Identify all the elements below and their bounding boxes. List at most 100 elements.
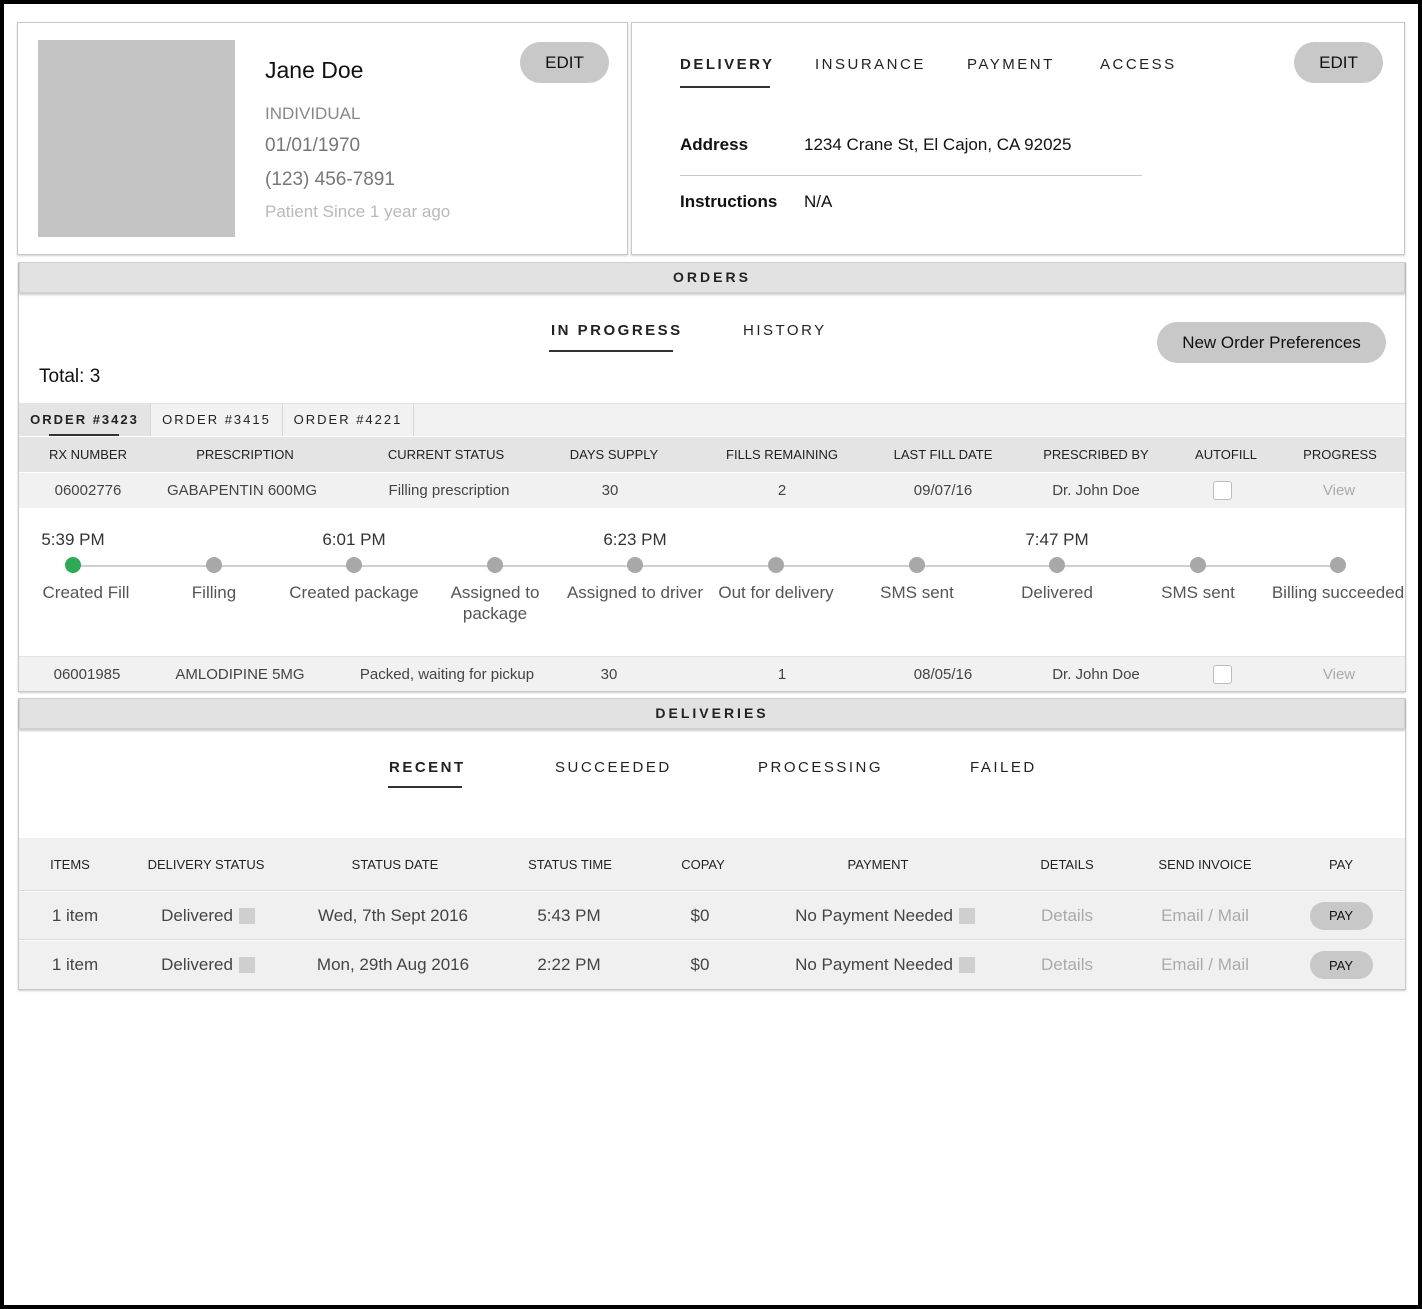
col-delivery-status: DELIVERY STATUS: [147, 856, 265, 872]
timeline-step-pending-dot: [909, 557, 925, 573]
info-card: DELIVERY INSURANCE PAYMENT ACCESS EDIT A…: [631, 22, 1405, 255]
details-link[interactable]: Details: [1021, 892, 1113, 939]
tab-succeeded[interactable]: SUCCEEDED: [555, 759, 672, 776]
timeline-step-label: SMS sent: [880, 583, 954, 602]
autofill-checkbox[interactable]: [1212, 664, 1232, 684]
col-status-date: STATUS DATE: [351, 856, 439, 872]
timeline-step-label: Filling: [191, 583, 237, 602]
col-prescribed-by: PRESCRIBED BY: [1043, 447, 1149, 462]
last-fill-date: 09/07/16: [913, 482, 973, 499]
fills-remaining: 2: [777, 482, 787, 499]
prescription: AMLODIPINE 5MG: [175, 665, 305, 683]
autofill-checkbox[interactable]: [1212, 481, 1232, 500]
timeline-step-pending-dot: [346, 557, 362, 573]
timeline-step-label: Assigned to driver: [566, 583, 704, 602]
status-time: 2:22 PM: [537, 955, 601, 974]
tab-history[interactable]: HISTORY: [743, 322, 827, 339]
order-tab-underline: [49, 434, 119, 436]
delivery-status: Delivered: [141, 941, 275, 989]
pay-cell: PAY: [1309, 941, 1373, 989]
pay-button[interactable]: PAY: [1309, 951, 1373, 979]
timeline-step-label: Billing succeeded: [1271, 583, 1405, 602]
patient-dob: 01/01/1970: [265, 135, 361, 156]
payment-square-icon: [958, 957, 975, 973]
tab-in-progress[interactable]: IN PROGRESS: [551, 322, 683, 339]
instructions-label: Instructions: [680, 192, 778, 211]
col-days-supply: DAYS SUPPLY: [569, 447, 659, 462]
prescription: GABAPENTIN 600MG: [166, 482, 318, 499]
deliveries-table-header: ITEMS DELIVERY STATUS STATUS DATE STATUS…: [19, 838, 1405, 891]
address-value: 1234 Crane St, El Cajon, CA 92025: [804, 135, 1072, 154]
details-link[interactable]: Details: [1021, 941, 1113, 989]
timeline-step-pending-dot: [1330, 557, 1346, 573]
pay-button[interactable]: PAY: [1309, 901, 1373, 930]
send-invoice-link[interactable]: Email / Mail: [1145, 892, 1265, 939]
order-progress-timeline: 5:39 PM Created Fill Filling 6:01 PM Created…: [19, 509, 1405, 655]
tab-in-progress-underline: [549, 350, 673, 352]
progress-view-link[interactable]: View: [1294, 657, 1384, 691]
instructions-value: N/A: [804, 192, 833, 211]
timeline-step-label: SMS sent: [1161, 583, 1235, 602]
payment-status: No Payment Needed: [785, 892, 985, 939]
orders-table-header: RX NUMBER PRESCRIPTION CURRENT STATUS DA…: [19, 437, 1405, 472]
timeline-step-time: 7:47 PM: [1025, 530, 1089, 549]
patient-phone: (123) 456-7891: [265, 169, 395, 190]
timeline-step-complete-dot: [65, 557, 81, 573]
tab-insurance[interactable]: INSURANCE: [815, 56, 926, 73]
last-fill-date: 08/05/16: [913, 665, 973, 683]
order-tab-4221[interactable]: ORDER #4221: [283, 403, 414, 436]
copay: $0: [690, 955, 710, 974]
patient-name: Jane Doe: [265, 57, 364, 83]
status-time: 5:43 PM: [537, 905, 601, 925]
send-invoice-link[interactable]: Email / Mail: [1145, 941, 1265, 989]
col-last-fill-date: LAST FILL DATE: [893, 447, 993, 462]
col-pay: PAY: [1328, 856, 1354, 872]
col-current-status: CURRENT STATUS: [387, 447, 505, 462]
timeline-step-time: 6:01 PM: [322, 530, 386, 549]
col-progress: PROGRESS: [1303, 447, 1377, 462]
patient-card: Jane Doe INDIVIDUAL 01/01/1970 (123) 456…: [17, 22, 628, 255]
current-status: Filling prescription: [388, 482, 510, 499]
address-divider: [680, 175, 1142, 176]
tab-delivery-underline: [680, 86, 770, 88]
tab-recent[interactable]: RECENT: [389, 759, 466, 776]
address-label: Address: [680, 135, 749, 154]
timeline-step-time: 5:39 PM: [41, 530, 105, 549]
tab-failed[interactable]: FAILED: [970, 759, 1037, 776]
progress-view-link[interactable]: View: [1294, 473, 1384, 508]
days-supply: 30: [601, 482, 619, 499]
tab-recent-underline: [388, 786, 462, 788]
col-autofill: AUTOFILL: [1195, 447, 1257, 462]
order-tab-3423[interactable]: ORDER #3423: [19, 403, 151, 436]
payment-square-icon: [958, 907, 975, 924]
timeline-step-label: Created Fill: [42, 583, 130, 602]
edit-info-button[interactable]: EDIT: [1294, 42, 1383, 83]
col-items: ITEMS: [50, 856, 90, 872]
rx-number: 06001985: [53, 665, 121, 683]
table-row: 06002776 GABAPENTIN 600MG Filling prescr…: [19, 473, 1405, 508]
tab-delivery[interactable]: DELIVERY: [680, 56, 774, 73]
days-supply: 30: [600, 665, 618, 683]
rx-number: 06002776: [54, 482, 122, 499]
timeline-step-label: Assigned to package: [450, 583, 540, 623]
order-tab-3415[interactable]: ORDER #3415: [151, 403, 283, 436]
col-status-time: STATUS TIME: [528, 856, 612, 872]
autofill-cell: [1177, 657, 1267, 691]
tab-processing[interactable]: PROCESSING: [758, 759, 883, 776]
status-square-icon: [238, 907, 255, 924]
timeline-step-label: Delivered: [1021, 583, 1093, 602]
tab-payment[interactable]: PAYMENT: [967, 56, 1055, 73]
status-date: Mon, 29th Aug 2016: [316, 955, 470, 974]
autofill-cell: [1177, 473, 1267, 508]
timeline-step-pending-dot: [768, 557, 784, 573]
tab-access[interactable]: ACCESS: [1100, 56, 1177, 73]
col-send-invoice: SEND INVOICE: [1158, 856, 1252, 872]
timeline-step-label: Created package: [289, 583, 419, 602]
col-details: DETAILS: [1040, 856, 1094, 872]
edit-patient-button[interactable]: EDIT: [520, 42, 609, 83]
col-prescription: PRESCRIPTION: [196, 447, 294, 462]
col-copay: COPAY: [681, 856, 725, 872]
new-order-preferences-button[interactable]: New Order Preferences: [1157, 322, 1386, 363]
col-rx-number: RX NUMBER: [48, 447, 127, 462]
col-fills-remaining: FILLS REMAINING: [726, 447, 838, 462]
